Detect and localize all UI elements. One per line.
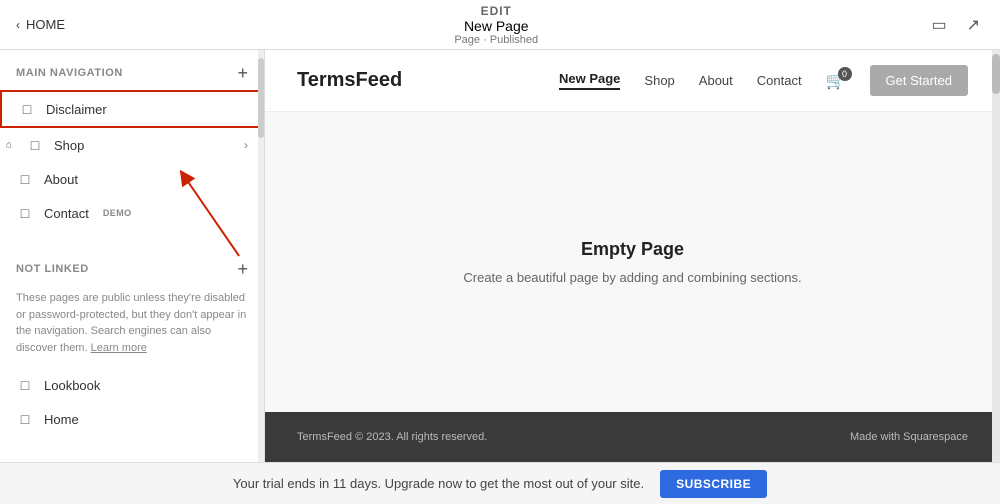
- shop-expand-icon: ›: [244, 138, 248, 152]
- sidebar-scroll-track: [258, 50, 264, 462]
- sidebar-item-about[interactable]: □ About: [0, 162, 264, 196]
- subscribe-button[interactable]: SUBSCRIBE: [660, 470, 767, 498]
- top-bar: ‹ HOME EDIT New Page Page · Published ▭ …: [0, 0, 1000, 50]
- sidebar-item-disclaimer-label: Disclaimer: [46, 102, 107, 117]
- sidebar-item-disclaimer[interactable]: □ Disclaimer: [0, 90, 264, 128]
- back-button[interactable]: ‹ HOME: [16, 17, 65, 32]
- sidebar-item-home-label: Home: [44, 412, 79, 427]
- nav-new-page[interactable]: New Page: [559, 71, 620, 90]
- lookbook-page-icon: □: [16, 376, 34, 394]
- preview-content: TermsFeed New Page Shop About Contact 🛒 …: [265, 50, 1000, 462]
- website-logo: TermsFeed: [297, 69, 402, 92]
- mobile-preview-button[interactable]: ▭: [927, 11, 950, 39]
- nav-about[interactable]: About: [699, 73, 733, 88]
- website-footer: TermsFeed © 2023. All rights reserved. M…: [265, 412, 1000, 462]
- learn-more-link[interactable]: Learn more: [91, 342, 147, 354]
- sidebar-item-lookbook[interactable]: □ Lookbook: [0, 368, 264, 402]
- sidebar-item-lookbook-label: Lookbook: [44, 378, 100, 393]
- cart-badge: 0: [838, 67, 852, 81]
- sidebar-item-about-label: About: [44, 172, 78, 187]
- contact-page-icon: □: [16, 204, 34, 222]
- back-chevron-icon: ‹: [16, 18, 20, 32]
- main-nav-label: MAIN NAVIGATION: [16, 67, 123, 79]
- preview-scrollbar-thumb: [992, 54, 1000, 94]
- website-frame: TermsFeed New Page Shop About Contact 🛒 …: [265, 50, 1000, 462]
- website-header: TermsFeed New Page Shop About Contact 🛒 …: [265, 50, 1000, 112]
- sidebar: MAIN NAVIGATION + □ Disclaimer ⌂ □ Shop …: [0, 50, 265, 462]
- add-not-linked-button[interactable]: +: [237, 260, 248, 278]
- not-linked-description: These pages are public unless they're di…: [0, 286, 264, 368]
- trial-bar: Your trial ends in 11 days. Upgrade now …: [0, 462, 1000, 504]
- add-main-nav-button[interactable]: +: [237, 64, 248, 82]
- nav-contact[interactable]: Contact: [757, 73, 802, 88]
- sidebar-item-contact-label: Contact: [44, 206, 89, 221]
- demo-badge: DEMO: [103, 208, 132, 218]
- external-link-button[interactable]: ↗: [963, 11, 984, 39]
- disclaimer-page-icon: □: [18, 100, 36, 118]
- preview-scrollbar-track[interactable]: [992, 50, 1000, 462]
- get-started-button[interactable]: Get Started: [870, 65, 968, 96]
- sidebar-item-shop[interactable]: ⌂ □ Shop ›: [0, 128, 264, 162]
- home-page-icon: □: [16, 410, 34, 428]
- about-page-icon: □: [16, 170, 34, 188]
- main-layout: MAIN NAVIGATION + □ Disclaimer ⌂ □ Shop …: [0, 50, 1000, 462]
- sidebar-scroll-thumb: [258, 58, 264, 138]
- sidebar-item-shop-label: Shop: [54, 138, 84, 153]
- empty-page-title: Empty Page: [581, 239, 684, 260]
- trial-message: Your trial ends in 11 days. Upgrade now …: [233, 476, 644, 491]
- back-label: HOME: [26, 17, 65, 32]
- not-linked-label: NOT LINKED: [16, 263, 89, 275]
- footer-copyright: TermsFeed © 2023. All rights reserved.: [297, 431, 487, 443]
- empty-page-desc: Create a beautiful page by adding and co…: [463, 270, 801, 285]
- edit-label: EDIT: [454, 4, 538, 18]
- main-nav-section: MAIN NAVIGATION +: [0, 50, 264, 90]
- website-body: Empty Page Create a beautiful page by ad…: [265, 112, 1000, 412]
- sidebar-item-contact[interactable]: □ Contact DEMO: [0, 196, 264, 230]
- page-info: EDIT New Page Page · Published: [454, 4, 538, 46]
- shop-page-icon: □: [26, 136, 44, 154]
- page-title: New Page: [454, 18, 538, 34]
- home-indicator-icon: ⌂: [6, 140, 12, 151]
- nav-shop[interactable]: Shop: [644, 73, 674, 88]
- preview-area: TermsFeed New Page Shop About Contact 🛒 …: [265, 50, 1000, 462]
- topbar-actions: ▭ ↗: [927, 11, 984, 39]
- sidebar-item-home[interactable]: □ Home: [0, 402, 264, 436]
- page-status: Page · Published: [454, 34, 538, 46]
- footer-made-with: Made with Squarespace: [850, 431, 968, 443]
- not-linked-section: NOT LINKED +: [0, 246, 264, 286]
- cart-container[interactable]: 🛒 0: [826, 71, 846, 91]
- website-nav: New Page Shop About Contact 🛒 0 Get Star…: [559, 65, 968, 96]
